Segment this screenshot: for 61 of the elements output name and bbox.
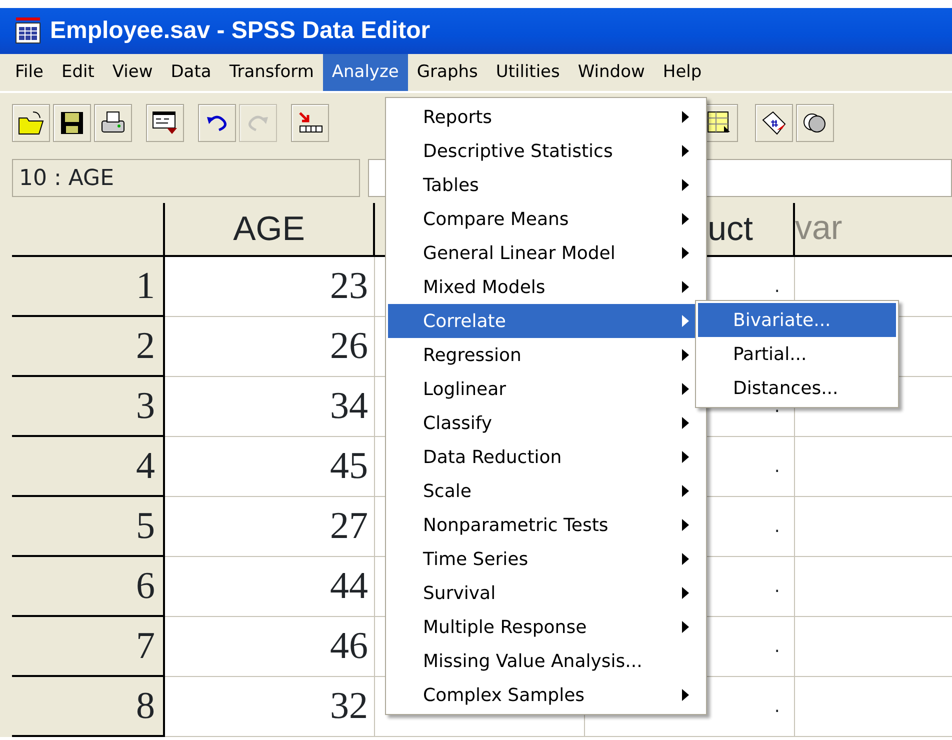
submenu-arrow-icon <box>682 111 690 123</box>
submenu-arrow-icon <box>682 587 690 599</box>
menu-item[interactable]: Partial... <box>698 337 896 371</box>
cell-name-field: 10 : AGE <box>12 159 360 197</box>
submenu-arrow-icon <box>682 451 690 463</box>
window-title: Employee.sav - SPSS Data Editor <box>50 16 430 46</box>
table-cell: 45 <box>165 437 375 497</box>
submenu-arrow-icon <box>682 281 690 293</box>
toolbar-button[interactable] <box>53 104 91 142</box>
menu-item[interactable]: Utilities <box>486 54 569 91</box>
row-header[interactable]: 7 <box>12 617 165 677</box>
submenu-arrow-icon <box>682 383 690 395</box>
toolbar-button[interactable] <box>94 104 132 142</box>
submenu-arrow-icon <box>682 485 690 497</box>
submenu-arrow-icon <box>682 519 690 531</box>
row-header[interactable]: 4 <box>12 437 165 497</box>
table-cell: 27 <box>165 497 375 557</box>
submenu-arrow-icon <box>682 315 690 327</box>
row-header[interactable]: 3 <box>12 377 165 437</box>
toolbar-button[interactable] <box>755 104 793 142</box>
submenu-arrow-icon <box>682 349 690 361</box>
toolbar-button[interactable] <box>146 104 184 142</box>
submenu-arrow-icon <box>682 689 690 701</box>
menu-item[interactable]: Help <box>654 54 711 91</box>
table-cell: 26 <box>165 317 375 377</box>
table-cell: 23 <box>165 257 375 317</box>
column-header[interactable]: AGE <box>165 203 375 257</box>
menu-item[interactable]: Bivariate... <box>698 303 896 337</box>
menu-item[interactable]: View <box>103 54 162 91</box>
menu-item[interactable]: Tables <box>388 168 704 202</box>
submenu-arrow-icon <box>682 247 690 259</box>
submenu-arrow-icon <box>682 179 690 191</box>
menu-item[interactable]: Data <box>162 54 220 91</box>
menu-item[interactable]: Descriptive Statistics <box>388 134 704 168</box>
submenu-arrow-icon <box>682 417 690 429</box>
table-cell: 32 <box>165 677 375 737</box>
menu-item[interactable]: Edit <box>52 54 104 91</box>
menu-item[interactable]: Window <box>568 54 654 91</box>
toolbar-button[interactable] <box>12 104 50 142</box>
toolbar-button[interactable] <box>198 104 236 142</box>
table-cell: 34 <box>165 377 375 437</box>
menu-item[interactable]: Analyze <box>322 54 408 91</box>
table-cell: 46 <box>165 617 375 677</box>
row-header[interactable]: 2 <box>12 317 165 377</box>
submenu-arrow-icon <box>682 145 690 157</box>
row-header[interactable]: 8 <box>12 677 165 737</box>
app-icon <box>14 17 42 45</box>
submenu-arrow-icon <box>682 621 690 633</box>
row-header[interactable]: 6 <box>12 557 165 617</box>
menu-item[interactable]: Reports <box>388 100 704 134</box>
table-cell: 44 <box>165 557 375 617</box>
menu-item[interactable]: Transform <box>220 54 323 91</box>
menu-item[interactable]: Compare Means <box>388 202 704 236</box>
menu-item[interactable]: Graphs <box>408 54 487 91</box>
toolbar-button[interactable] <box>796 104 834 142</box>
toolbar-button[interactable] <box>291 104 329 142</box>
row-header[interactable]: 5 <box>12 497 165 557</box>
submenu-arrow-icon <box>682 553 690 565</box>
submenu-arrow-icon <box>682 213 690 225</box>
row-header[interactable]: 1 <box>12 257 165 317</box>
menu-item[interactable]: File <box>6 54 52 91</box>
